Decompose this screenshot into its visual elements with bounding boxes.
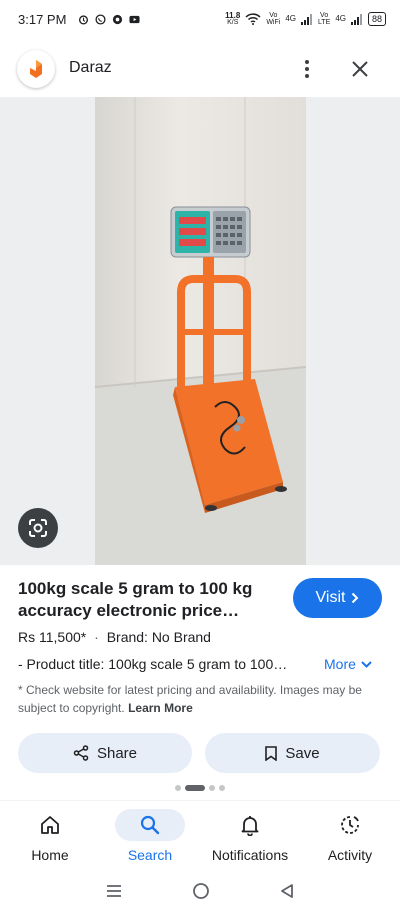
price-brand-line: Rs 11,500* · Brand: No Brand xyxy=(18,629,211,645)
lens-icon xyxy=(29,519,47,537)
carousel-indicator xyxy=(0,785,400,791)
chevron-down-icon xyxy=(361,660,372,668)
youtube-icon xyxy=(129,15,140,23)
share-icon xyxy=(73,745,89,761)
sim1-tech: 4G xyxy=(285,14,296,23)
net-speed-unit: K/S xyxy=(227,19,239,26)
nav-search[interactable]: Search xyxy=(100,801,200,871)
vowifi-indicator: Vo WiFi xyxy=(266,12,280,26)
product-description: - Product title: 100kg scale 5 gram to 1… xyxy=(18,656,288,672)
bookmark-icon xyxy=(265,745,278,761)
battery-indicator: 88 xyxy=(367,12,386,26)
disclaimer: * Check website for latest pricing and a… xyxy=(18,681,380,717)
carousel-dot xyxy=(175,785,181,791)
bottom-navigation: Home Search Notifications Activity xyxy=(0,800,400,871)
signal-2-icon xyxy=(350,13,362,25)
carousel-dot xyxy=(209,785,215,791)
nav-notifications[interactable]: Notifications xyxy=(200,801,300,871)
nav-home[interactable]: Home xyxy=(0,801,100,871)
scale-illustration xyxy=(95,97,306,565)
vowifi-bottom: WiFi xyxy=(266,19,281,26)
back-icon[interactable] xyxy=(279,883,295,899)
product-image[interactable] xyxy=(95,97,306,565)
system-navigation-bar xyxy=(0,872,400,910)
visit-button[interactable]: Visit xyxy=(293,578,382,618)
separator: · xyxy=(94,629,99,645)
close-icon[interactable] xyxy=(348,57,372,81)
save-label: Save xyxy=(285,744,320,762)
lens-search-button[interactable] xyxy=(18,508,58,548)
nav-home-label: Home xyxy=(31,847,69,863)
status-time: 3:17 PM xyxy=(18,11,67,27)
search-icon xyxy=(140,815,160,835)
whatsapp-icon xyxy=(95,13,106,25)
more-label: More xyxy=(324,656,356,672)
nav-home-pill xyxy=(15,809,85,841)
vowifi-top: Vo xyxy=(269,12,278,19)
learn-more-link[interactable]: Learn More xyxy=(128,701,193,715)
nav-activity-label: Activity xyxy=(327,847,373,863)
nav-search-pill xyxy=(115,809,185,841)
more-options-icon[interactable] xyxy=(296,56,318,82)
wifi-icon xyxy=(245,13,261,25)
image-preview[interactable] xyxy=(0,97,400,565)
visit-label: Visit xyxy=(315,589,346,606)
activity-icon xyxy=(341,816,359,834)
carousel-dot-active xyxy=(185,785,205,791)
alarm-icon xyxy=(79,14,89,24)
carousel-dot xyxy=(219,785,225,791)
share-label: Share xyxy=(96,744,138,762)
daraz-logo-icon[interactable] xyxy=(17,50,55,88)
status-bar: 3:17 PM 11.8 K/S Vo WiFi 4G Vo LTE 4G 88 xyxy=(0,0,400,38)
chevron-right-icon xyxy=(352,592,359,604)
product-brand: Brand: No Brand xyxy=(106,629,211,645)
more-button[interactable]: More xyxy=(324,656,372,672)
volte-indicator: Vo LTE xyxy=(318,12,330,26)
product-price: Rs 11,500* xyxy=(18,629,87,645)
volte-top: Vo xyxy=(320,12,329,19)
home-circle-icon[interactable] xyxy=(192,882,210,900)
bell-icon xyxy=(241,816,259,836)
nav-notifications-pill xyxy=(215,809,285,841)
chrome-icon xyxy=(113,14,123,24)
nav-activity-pill xyxy=(315,809,385,841)
recent-apps-icon[interactable] xyxy=(105,883,123,899)
nav-search-label: Search xyxy=(127,847,173,863)
volte-bottom: LTE xyxy=(317,19,331,26)
sim2-tech: 4G xyxy=(335,14,346,23)
site-header: Daraz xyxy=(0,42,400,96)
network-speed: 11.8 K/S xyxy=(225,11,241,27)
share-button[interactable]: Share xyxy=(18,733,192,773)
nav-notifications-label: Notifications xyxy=(211,847,289,863)
net-speed-value: 11.8 xyxy=(225,11,241,20)
nav-activity[interactable]: Activity xyxy=(300,801,400,871)
save-button[interactable]: Save xyxy=(205,733,380,773)
home-icon xyxy=(41,816,59,834)
product-title[interactable]: 100kg scale 5 gram to 100 kg accuracy el… xyxy=(18,578,280,622)
signal-1-icon xyxy=(300,13,312,25)
site-name[interactable]: Daraz xyxy=(69,59,112,77)
